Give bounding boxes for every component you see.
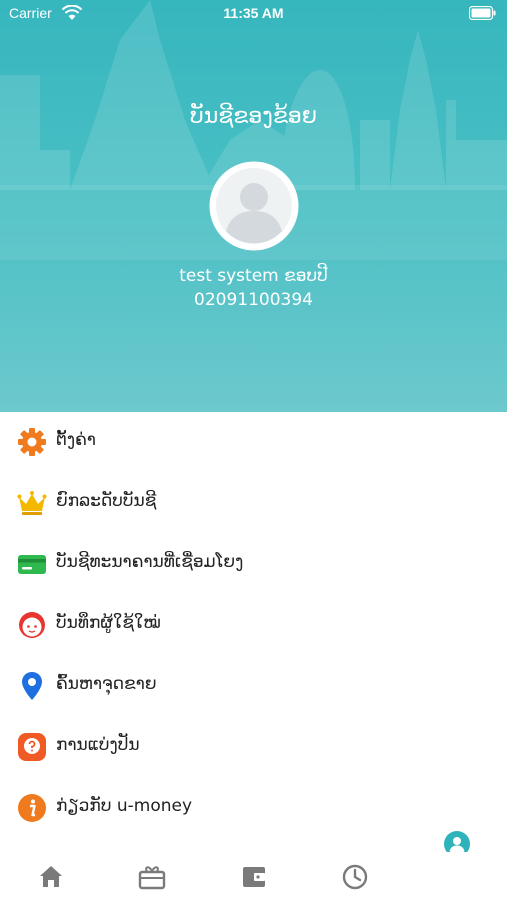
menu-item-label: ບັນທຶກຜູ້ໃຊ້ໃໝ່ <box>56 613 161 633</box>
menu-item-settings[interactable]: ຕັ້ງຄ່າ <box>0 412 507 473</box>
user-phone-number: 02091100394 <box>194 290 313 310</box>
battery-icon <box>469 6 496 20</box>
profile-avatar[interactable] <box>209 161 299 251</box>
menu-item-sharing[interactable]: ການແບ່ງປັນ <box>0 717 507 778</box>
face-icon <box>19 612 45 638</box>
menu-item-label: ຍົກລະດັບບັນຊີ <box>56 491 157 511</box>
gear-icon <box>18 428 46 456</box>
menu-item-linked-bank-accounts[interactable]: ບັນຊີທະນາຄານທີ່ເຊື່ອມໂຍງ <box>0 534 507 595</box>
profile-header: Carrier 11:35 AM ບັນຊີຂອງຂ້ອຍ test syste… <box>0 0 507 412</box>
status-bar: Carrier 11:35 AM <box>0 0 507 30</box>
account-menu: ຕັ້ງຄ່າ ຍົກລະດັບບັນຊີ ບັນຊີທະນາຄານທີ່ເຊື… <box>0 412 507 839</box>
user-name: test system ຂອບປີ <box>179 266 328 286</box>
menu-item-label: ບັນຊີທະນາຄານທີ່ເຊື່ອມໂຍງ <box>56 552 244 572</box>
crown-icon <box>17 491 47 515</box>
menu-item-about[interactable]: ກ່ຽວກັບ u-money <box>0 778 507 839</box>
info-icon <box>18 794 46 822</box>
menu-item-label: ການແບ່ງປັນ <box>56 735 140 755</box>
menu-item-label: ຕັ້ງຄ່າ <box>56 430 96 450</box>
clock-icon[interactable] <box>341 863 369 891</box>
question-icon <box>18 733 46 761</box>
menu-item-upgrade-account[interactable]: ຍົກລະດັບບັນຊີ <box>0 473 507 534</box>
menu-item-label: ກ່ຽວກັບ u-money <box>56 796 193 816</box>
page-title: ບັນຊີຂອງຂ້ອຍ <box>190 104 317 129</box>
clock-time: 11:35 AM <box>223 5 284 21</box>
menu-item-label: ຄົ້ນຫາຈຸດຂາຍ <box>56 674 157 694</box>
menu-item-find-sale-points[interactable]: ຄົ້ນຫາຈຸດຂາຍ <box>0 656 507 717</box>
wallet-icon[interactable] <box>240 863 268 891</box>
bottom-tab-bar <box>0 852 507 900</box>
location-pin-icon <box>22 672 42 700</box>
gift-card-icon[interactable] <box>138 863 166 891</box>
menu-item-register-new-user[interactable]: ບັນທຶກຜູ້ໃຊ້ໃໝ່ <box>0 595 507 656</box>
card-icon <box>18 555 46 574</box>
home-icon[interactable] <box>37 863 65 891</box>
